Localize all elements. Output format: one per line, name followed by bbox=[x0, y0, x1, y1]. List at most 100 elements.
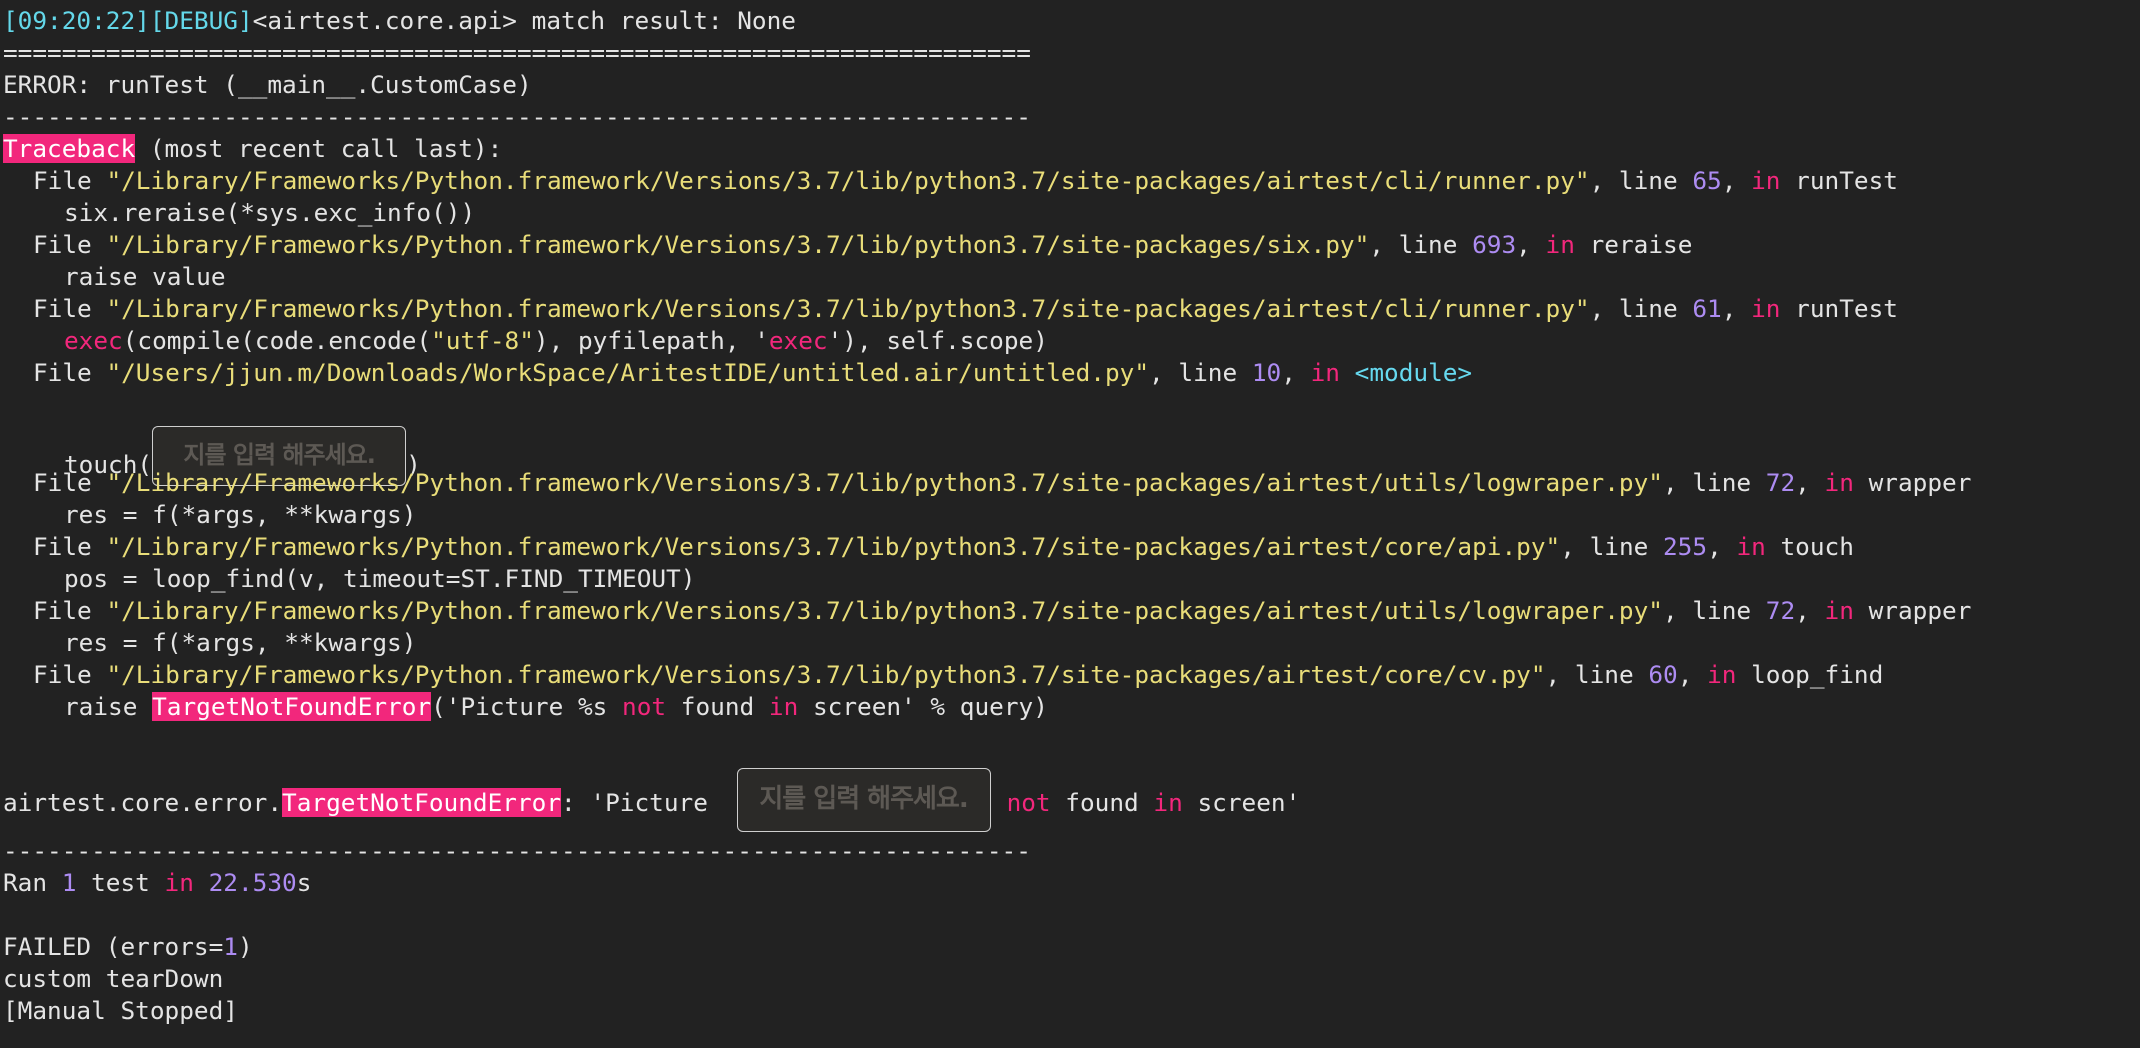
separator-single: ----------------------------------------… bbox=[3, 102, 1031, 131]
failed-label: ) bbox=[237, 932, 253, 961]
traceback-code-line: six.reraise(*sys.exc_info()) bbox=[64, 198, 476, 227]
line-number: 65 bbox=[1692, 166, 1722, 195]
line-number: 61 bbox=[1692, 294, 1722, 323]
traceback-code-line: raise TargetNotFoundError('Picture %s no… bbox=[64, 692, 1048, 724]
file-path: "/Library/Frameworks/Python.framework/Ve… bbox=[106, 596, 1663, 625]
traceback-rest: (most recent call last): bbox=[135, 134, 503, 163]
traceback-frame-line: File "/Library/Frameworks/Python.framewo… bbox=[33, 230, 1693, 259]
function-name: loop_find bbox=[1751, 660, 1884, 689]
traceback-code-line: res = f(*args, **kwargs) bbox=[64, 628, 417, 657]
file-path: "/Users/jjun.m/Downloads/WorkSpace/Arite… bbox=[106, 358, 1150, 387]
function-name: wrapper bbox=[1868, 596, 1972, 625]
in-keyword: in bbox=[1751, 166, 1781, 195]
ran-summary-line: Ran 1 test in 22.530s bbox=[3, 868, 311, 900]
test-count: 1 bbox=[61, 868, 77, 897]
traceback-code-line: raise value bbox=[64, 262, 226, 291]
traceback-code-line: res = f(*args, **kwargs) bbox=[64, 500, 417, 529]
console-output: [09:20:22][DEBUG]<airtest.core.api> matc… bbox=[0, 0, 2140, 1048]
code-text: ('Picture %s bbox=[431, 692, 623, 721]
not-keyword: not bbox=[1006, 788, 1051, 817]
debug-log-line: [09:20:22][DEBUG]<airtest.core.api> matc… bbox=[3, 6, 796, 38]
log-timestamp: [09:20:22] bbox=[3, 6, 150, 35]
traceback-frame-line: File "/Library/Frameworks/Python.framewo… bbox=[33, 660, 1884, 689]
error-message: found bbox=[1050, 788, 1154, 817]
file-path: "/Library/Frameworks/Python.framework/Ve… bbox=[106, 660, 1546, 689]
function-name: wrapper bbox=[1868, 468, 1972, 497]
code-text: '), self.scope) bbox=[827, 326, 1048, 355]
in-keyword: in bbox=[1736, 532, 1766, 561]
file-path: "/Library/Frameworks/Python.framework/Ve… bbox=[106, 468, 1663, 497]
line-word: , line bbox=[1545, 660, 1649, 689]
in-keyword: in bbox=[1153, 788, 1183, 817]
code-text: (compile(code.encode( bbox=[122, 326, 432, 355]
in-keyword: in bbox=[1824, 468, 1854, 497]
file-word: File bbox=[33, 166, 107, 195]
line-number: 72 bbox=[1765, 596, 1796, 625]
exec-keyword: exec bbox=[768, 326, 828, 355]
traceback-code-line: touch(지를 입력 해주세요.) bbox=[64, 426, 421, 486]
image-thumbnail: 지를 입력 해주세요. bbox=[736, 768, 991, 832]
time-unit: s bbox=[296, 868, 312, 897]
separator-double: ========================================… bbox=[3, 38, 1031, 67]
line-number: 60 bbox=[1648, 660, 1678, 689]
elapsed-time: 22.530 bbox=[208, 868, 297, 897]
line-number: 693 bbox=[1472, 230, 1517, 259]
file-word: File bbox=[33, 532, 107, 561]
error-header: ERROR: runTest (__main__.CustomCase) bbox=[3, 70, 532, 99]
failed-label: FAILED (errors= bbox=[3, 932, 224, 961]
line-word: , line bbox=[1369, 230, 1473, 259]
error-message: screen' bbox=[1182, 788, 1301, 817]
traceback-frame-line: File "/Library/Frameworks/Python.framewo… bbox=[33, 468, 1972, 497]
failed-summary-line: FAILED (errors=1) bbox=[3, 932, 253, 964]
stopped-line: [Manual Stopped] bbox=[3, 996, 238, 1025]
in-keyword: in bbox=[1824, 596, 1854, 625]
file-word: File bbox=[33, 660, 107, 689]
line-word: , line bbox=[1560, 532, 1663, 561]
function-name: runTest bbox=[1795, 294, 1898, 323]
exec-keyword: exec bbox=[64, 326, 123, 355]
code-text: ), pyfilepath, ' bbox=[533, 326, 769, 355]
traceback-code-line: exec(compile(code.encode("utf-8"), pyfil… bbox=[64, 326, 1048, 358]
function-name: <module> bbox=[1354, 358, 1473, 387]
traceback-frame-line: File "/Library/Frameworks/Python.framewo… bbox=[33, 166, 1898, 195]
code-text: screen' % query) bbox=[798, 692, 1048, 721]
line-number: 255 bbox=[1663, 532, 1708, 561]
traceback-frame-line: File "/Users/jjun.m/Downloads/WorkSpace/… bbox=[33, 358, 1473, 387]
file-path: "/Library/Frameworks/Python.framework/Ve… bbox=[106, 532, 1561, 561]
log-level: [DEBUG] bbox=[149, 6, 253, 35]
in-keyword: in bbox=[1751, 294, 1781, 323]
ran-word: Ran bbox=[3, 868, 62, 897]
error-module-path: airtest.core.error. bbox=[3, 788, 283, 817]
string-literal: "utf-8" bbox=[431, 326, 534, 355]
line-word: , line bbox=[1149, 358, 1252, 387]
file-word: File bbox=[33, 596, 107, 625]
line-word: , line bbox=[1589, 166, 1693, 195]
teardown-line: custom tearDown bbox=[3, 964, 224, 993]
line-number: 72 bbox=[1765, 468, 1796, 497]
traceback-label: Traceback bbox=[3, 134, 136, 163]
file-path: "/Library/Frameworks/Python.framework/Ve… bbox=[106, 166, 1590, 195]
in-keyword: in bbox=[164, 868, 194, 897]
line-word: , line bbox=[1589, 294, 1693, 323]
not-keyword: not bbox=[622, 692, 667, 721]
file-word: File bbox=[33, 230, 107, 259]
file-path: "/Library/Frameworks/Python.framework/Ve… bbox=[106, 230, 1370, 259]
error-count: 1 bbox=[223, 932, 238, 961]
in-keyword: in bbox=[1545, 230, 1575, 259]
test-word: test bbox=[76, 868, 165, 897]
file-word: File bbox=[33, 294, 107, 323]
error-class-name: TargetNotFoundError bbox=[282, 788, 562, 817]
line-word: , line bbox=[1662, 468, 1766, 497]
function-name: touch bbox=[1780, 532, 1854, 561]
line-number: 10 bbox=[1251, 358, 1282, 387]
log-message: <airtest.core.api> match result: None bbox=[252, 6, 796, 35]
traceback-frame-line: File "/Library/Frameworks/Python.framewo… bbox=[33, 294, 1898, 323]
in-keyword: in bbox=[768, 692, 799, 721]
file-word: File bbox=[33, 358, 107, 387]
in-keyword: in bbox=[1310, 358, 1340, 387]
code-text: raise bbox=[64, 692, 153, 721]
file-word: File bbox=[33, 468, 107, 497]
traceback-frame-line: File "/Library/Frameworks/Python.framewo… bbox=[33, 596, 1972, 625]
code-text: found bbox=[666, 692, 769, 721]
traceback-frame-line: File "/Library/Frameworks/Python.framewo… bbox=[33, 532, 1854, 561]
